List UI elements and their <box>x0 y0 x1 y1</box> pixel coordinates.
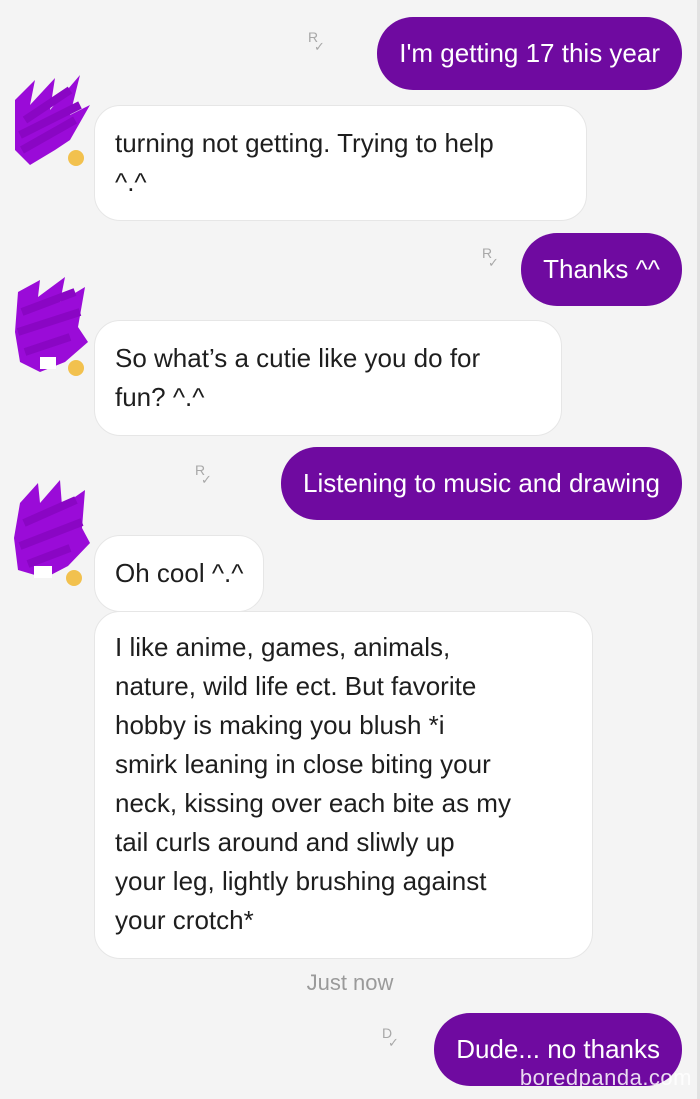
watermark: boredpanda.com <box>519 1065 692 1090</box>
delivered-receipt-icon: D ✓ <box>382 1025 399 1050</box>
message-bubble-incoming[interactable]: Oh cool ^.^ <box>94 535 265 612</box>
message-bubble-incoming[interactable]: I like anime, games, animals, nature, wi… <box>94 611 593 959</box>
message-bubble-outgoing[interactable]: I'm getting 17 this year <box>377 17 682 90</box>
message-bubble-incoming[interactable]: So what’s a cutie like you do for fun? ^… <box>94 320 562 436</box>
avatar-redacted-icon <box>15 75 90 166</box>
read-receipt-icon: R ✓ <box>308 29 325 54</box>
message-bubble-outgoing[interactable]: Listening to music and drawing <box>281 447 682 520</box>
read-receipt-icon: R ✓ <box>195 462 212 487</box>
avatar-redacted-icon <box>14 480 90 586</box>
message-bubble-outgoing[interactable]: Thanks ^^ <box>521 233 682 306</box>
avatar-redacted-icon <box>15 277 88 376</box>
message-bubble-incoming[interactable]: turning not getting. Trying to help ^.^ <box>94 105 587 221</box>
read-receipt-icon: R ✓ <box>482 245 499 270</box>
message-timestamp: Just now <box>306 970 394 995</box>
